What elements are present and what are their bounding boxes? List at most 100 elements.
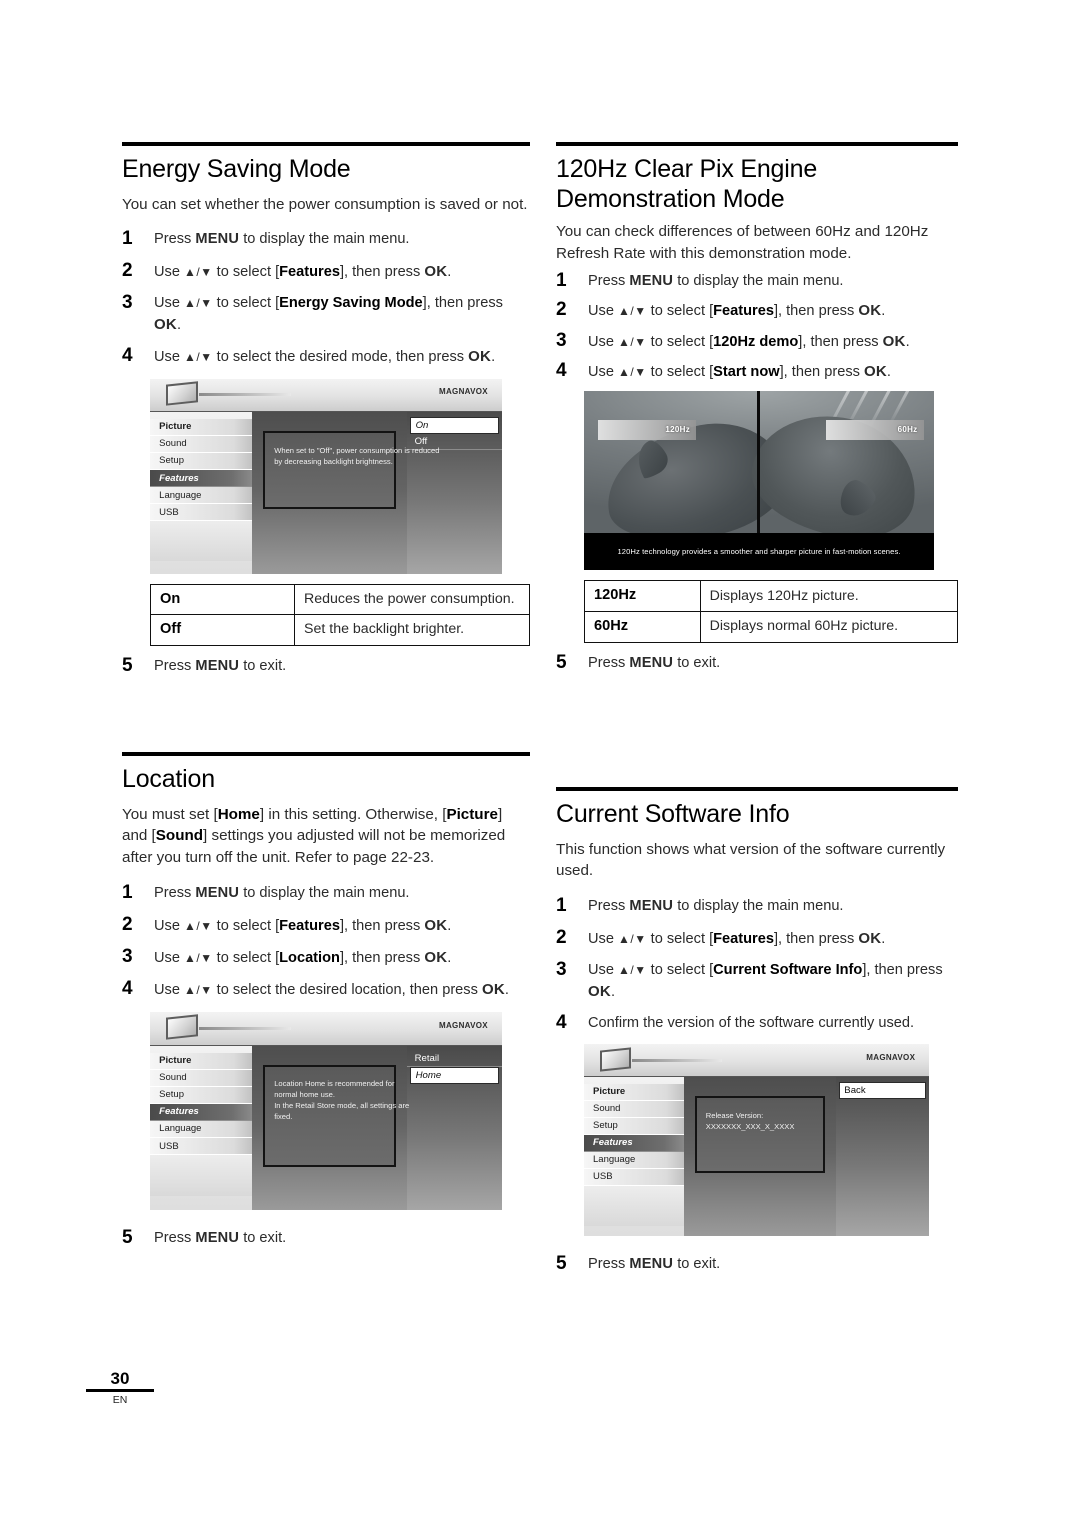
osd-menu-item-sound[interactable]: Sound [584, 1100, 685, 1118]
osd-options-panel: Retail Home [406, 1045, 502, 1210]
section-energy-saving-mode: Energy Saving Mode You can set whether t… [122, 142, 530, 687]
osd-menu-item-features[interactable]: Features [584, 1134, 685, 1152]
osd-menu-filler [150, 1155, 253, 1196]
page-footer: 30 EN [86, 1370, 154, 1406]
tail-fin-icon [834, 476, 880, 523]
osd-option-retail[interactable]: Retail [406, 1051, 502, 1067]
table-cell-key: 120Hz [584, 580, 701, 613]
step-text: Press MENU to display the main menu. [154, 231, 410, 248]
osd-menu-item-usb[interactable]: USB [584, 1168, 685, 1186]
table-cell-desc: Set the backlight brighter. [294, 614, 530, 646]
step-text: Use ▲/▼ to select [Features], then press… [154, 262, 452, 280]
step-text: Use ▲/▼ to select [Energy Saving Mode], … [154, 295, 503, 333]
step-number: 1 [122, 882, 133, 904]
osd-note-line-4: fixed. [274, 1112, 293, 1122]
osd-menu-item-language[interactable]: Language [150, 487, 253, 505]
heading-line-1: 120Hz Clear Pix Engine [556, 155, 818, 183]
osd-note-box: Release Version: XXXXXXX_XXX_X_XXXX [694, 1096, 826, 1173]
step-item: 4 Use ▲/▼ to select [Start now], then pr… [556, 360, 958, 382]
step-item: 1 Press MENU to display the main menu. [122, 228, 530, 249]
osd-body: Picture Sound Setup Features Language US… [584, 1077, 929, 1237]
step-text: Use ▲/▼ to select [Location], then press… [154, 949, 452, 967]
osd-menu-item-setup[interactable]: Setup [150, 452, 253, 470]
page-title-location: Location [122, 765, 215, 793]
osd-menu-item-setup[interactable]: Setup [584, 1117, 685, 1135]
tv-icon [165, 1014, 198, 1040]
osd-main-panel: Location Home is recommended for normal … [252, 1045, 409, 1210]
heading-rule [122, 752, 530, 756]
osd-release-version-label: Release Version: [705, 1111, 764, 1121]
step-text: Press MENU to exit. [588, 654, 721, 671]
osd-body: Picture Sound Setup Features Language US… [150, 1045, 502, 1210]
split-divider [757, 391, 760, 533]
table-energy-saving-options: On Reduces the power consumption. Off Se… [149, 583, 530, 646]
step-text: Use ▲/▼ to select [120Hz demo], then pre… [588, 332, 910, 350]
osd-menu-item-features[interactable]: Features [150, 1103, 253, 1121]
intro-energy-saving: You can set whether the power consumptio… [122, 195, 528, 213]
final-step-clear-pix: 5 Press MENU to exit. [556, 652, 958, 673]
osd-note-box: When set to "Off", power consumption is … [262, 431, 439, 509]
intro-location: You must set [Home] in this setting. Oth… [122, 805, 506, 867]
osd-option-on[interactable]: On [409, 416, 500, 435]
osd-screenshot-location: MAGNAVOX Picture Sound Setup Features La… [150, 1011, 502, 1210]
step-number: 2 [556, 926, 567, 948]
osd-menu-item-usb[interactable]: USB [150, 504, 253, 522]
table-cell-key: 60Hz [584, 611, 701, 643]
step-number: 4 [122, 978, 133, 1000]
osd-note-line-2: normal home use. [274, 1090, 335, 1100]
steps-clear-pix: 1 Press MENU to display the main menu. 2… [556, 270, 958, 383]
heading-rule [556, 787, 958, 791]
step-text: Use ▲/▼ to select the desired location, … [154, 981, 509, 999]
magnavox-logo: MAGNAVOX [866, 1053, 916, 1063]
table-cell-desc: Reduces the power consumption. [294, 583, 530, 616]
osd-menu-filler [150, 521, 253, 562]
step-text: Use ▲/▼ to select [Current Software Info… [588, 962, 943, 1000]
table-row: 60Hz Displays normal 60Hz picture. [584, 611, 959, 643]
steps-location: 1 Press MENU to display the main menu. 2… [122, 882, 530, 1001]
osd-screenshot-energy-saving: MAGNAVOX Picture Sound Setup Features La… [150, 378, 502, 574]
osd-menu-item-picture[interactable]: Picture [584, 1083, 685, 1101]
osd-release-version-value: XXXXXXX_XXX_X_XXXX [705, 1122, 795, 1132]
osd-menu-item-sound[interactable]: Sound [150, 435, 253, 453]
demo-screenshot-120hz: 120Hz 60Hz 120Hz technology provides a s… [584, 391, 934, 571]
step-number: 5 [122, 654, 133, 676]
step-text: Use ▲/▼ to select the desired mode, then… [154, 348, 496, 366]
step-number: 3 [556, 959, 567, 981]
steps-energy-saving: 1 Press MENU to display the main menu. 2… [122, 228, 530, 367]
osd-menu-list: Picture Sound Setup Features Language US… [150, 411, 253, 574]
osd-menu-list: Picture Sound Setup Features Language US… [150, 1045, 253, 1210]
final-step-location: 5 Press MENU to exit. [122, 1227, 530, 1248]
tv-icon [165, 381, 198, 406]
osd-header: MAGNAVOX [150, 378, 502, 412]
osd-menu-item-setup[interactable]: Setup [150, 1086, 253, 1104]
step-item: 1 Press MENU to display the main menu. [556, 895, 958, 916]
osd-menu-item-usb[interactable]: USB [150, 1138, 253, 1156]
osd-menu-item-sound[interactable]: Sound [150, 1069, 253, 1087]
step-text: Use ▲/▼ to select [Start now], then pres… [588, 363, 891, 381]
osd-menu-item-features[interactable]: Features [150, 469, 253, 488]
step-number: 3 [122, 292, 133, 314]
heading-rule [556, 142, 958, 146]
section-location: Location You must set [Home] in this set… [122, 752, 530, 1259]
osd-menu-item-picture[interactable]: Picture [150, 1052, 253, 1070]
table-row: On Reduces the power consumption. [149, 583, 530, 616]
osd-menu-item-picture[interactable]: Picture [150, 418, 253, 436]
osd-option-back[interactable]: Back [838, 1082, 927, 1100]
step-item: 2 Use ▲/▼ to select [Features], then pre… [556, 926, 958, 949]
osd-menu-item-language[interactable]: Language [584, 1151, 685, 1169]
intro-software-info: This function shows what version of the … [556, 840, 946, 880]
label-60hz: 60Hz [825, 420, 924, 440]
step-number: 5 [556, 1253, 567, 1275]
step-item: 4 Use ▲/▼ to select the desired mode, th… [122, 345, 530, 367]
step-item: 4 Use ▲/▼ to select the desired location… [122, 978, 530, 1000]
step-item: 3 Use ▲/▼ to select [Location], then pre… [122, 946, 530, 968]
osd-menu-item-language[interactable]: Language [150, 1120, 253, 1139]
step-number: 2 [122, 259, 133, 281]
table-120hz-options: 120Hz Displays 120Hz picture. 60Hz Displ… [584, 580, 959, 643]
step-number: 4 [556, 360, 567, 382]
demo-caption: 120Hz technology provides a smoother and… [584, 532, 934, 571]
osd-main-panel: Release Version: XXXXXXX_XXX_X_XXXX [684, 1077, 836, 1237]
osd-option-home[interactable]: Home [409, 1066, 500, 1085]
step-number: 4 [556, 1011, 567, 1033]
page-title-clear-pix: 120Hz Clear Pix Engine Demonstration Mod… [556, 155, 958, 214]
